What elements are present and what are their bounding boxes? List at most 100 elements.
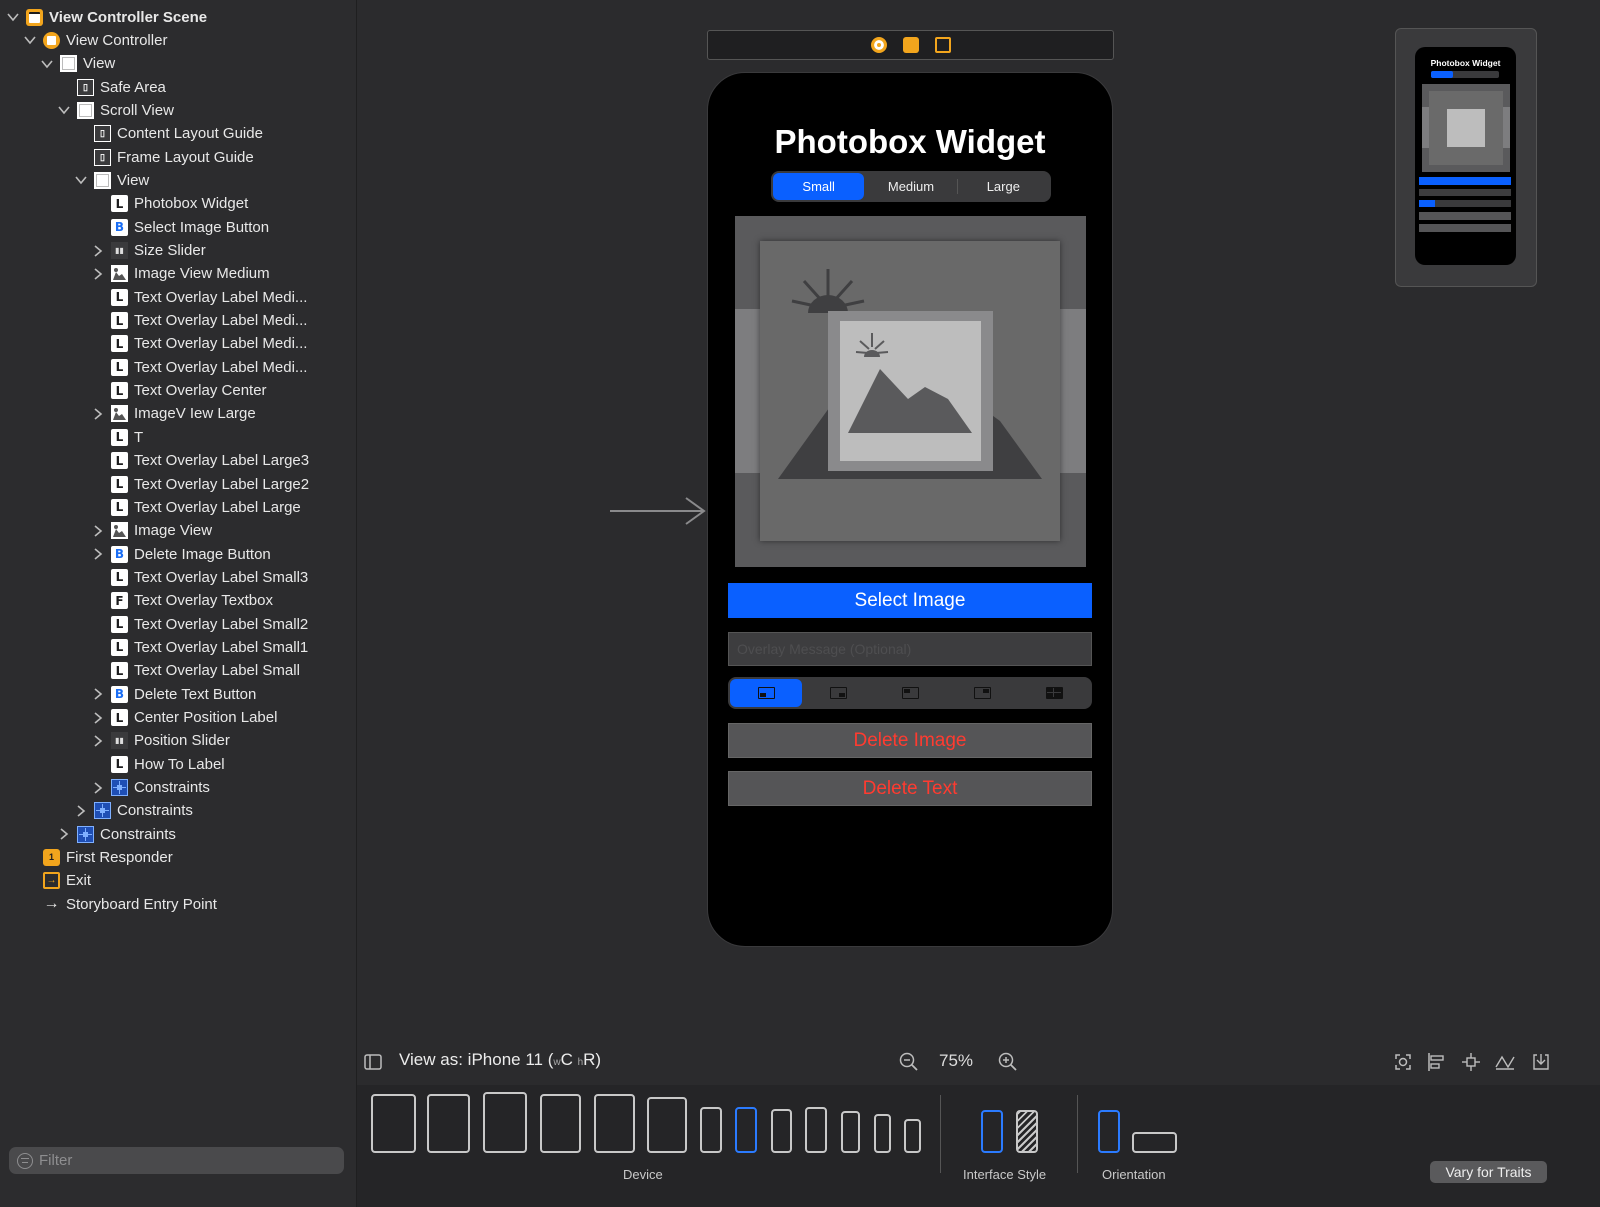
device-ipad-5[interactable] bbox=[594, 1094, 635, 1153]
position-bottom-right[interactable] bbox=[802, 679, 874, 707]
size-segmented-control[interactable]: Small Medium Large bbox=[771, 171, 1051, 202]
view-controller-icon[interactable] bbox=[870, 37, 887, 53]
chevron-down-icon[interactable] bbox=[74, 173, 88, 187]
outline-item[interactable]: Image View bbox=[91, 520, 212, 542]
orientation-landscape[interactable] bbox=[1132, 1132, 1177, 1153]
outline-item[interactable]: Constraints bbox=[91, 777, 210, 799]
outline-item[interactable]: L How To Label bbox=[91, 753, 225, 775]
first-responder-icon[interactable] bbox=[902, 37, 919, 53]
select-image-button[interactable]: Select Image bbox=[728, 583, 1092, 618]
outline-item[interactable]: ▯ Content Layout Guide bbox=[74, 123, 263, 145]
device-iphone-4[interactable] bbox=[805, 1107, 827, 1153]
image-view-large[interactable] bbox=[735, 216, 1086, 567]
chevron-right-icon[interactable] bbox=[91, 734, 105, 748]
outline-item[interactable]: → Exit bbox=[23, 870, 91, 892]
device-ipad-6[interactable] bbox=[647, 1097, 687, 1153]
vary-for-traits-button[interactable]: Vary for Traits bbox=[1430, 1161, 1547, 1183]
segment-medium[interactable]: Medium bbox=[865, 173, 956, 200]
device-iphone-5[interactable] bbox=[841, 1111, 860, 1153]
embed-in-icon[interactable] bbox=[1531, 1052, 1551, 1072]
chevron-right-icon[interactable] bbox=[91, 244, 105, 258]
outline-item[interactable]: L Text Overlay Label Medi... bbox=[91, 333, 307, 355]
chevron-right-icon[interactable] bbox=[91, 547, 105, 561]
chevron-right-icon[interactable] bbox=[91, 711, 105, 725]
device-iphone-1[interactable] bbox=[700, 1107, 722, 1153]
outline-item[interactable]: L Text Overlay Label Medi... bbox=[91, 310, 307, 332]
align-icon[interactable] bbox=[1427, 1052, 1447, 1072]
segment-large[interactable]: Large bbox=[958, 173, 1049, 200]
interface-style-light[interactable] bbox=[981, 1110, 1003, 1153]
outline-item[interactable]: View bbox=[74, 169, 149, 191]
chevron-down-icon[interactable] bbox=[6, 10, 20, 24]
scene-dock[interactable] bbox=[707, 30, 1114, 60]
outline-item[interactable]: View bbox=[40, 53, 115, 75]
chevron-down-icon[interactable] bbox=[23, 33, 37, 47]
zoom-level[interactable]: 75% bbox=[939, 1051, 973, 1071]
interface-style-dark[interactable] bbox=[1016, 1110, 1038, 1153]
outline-item[interactable]: L Text Overlay Label Small2 bbox=[91, 613, 308, 635]
exit-icon[interactable] bbox=[934, 37, 951, 53]
outline-item[interactable]: ▮▮ Position Slider bbox=[91, 730, 230, 752]
device-iphone-11[interactable] bbox=[735, 1107, 757, 1153]
outline-item[interactable]: B Delete Image Button bbox=[91, 543, 271, 565]
outline-item[interactable]: LT bbox=[91, 426, 143, 448]
orientation-portrait[interactable] bbox=[1098, 1110, 1120, 1153]
outline-item[interactable]: L Text Overlay Label Small bbox=[91, 660, 300, 682]
chevron-right-icon[interactable] bbox=[91, 407, 105, 421]
chevron-right-icon[interactable] bbox=[91, 687, 105, 701]
delete-image-button[interactable]: Delete Image bbox=[728, 723, 1092, 758]
outline-item[interactable]: L Text Overlay Label Large2 bbox=[91, 473, 309, 495]
outline-item[interactable]: View Controller bbox=[23, 29, 167, 51]
update-frames-icon[interactable] bbox=[1393, 1052, 1413, 1072]
chevron-right-icon[interactable] bbox=[74, 804, 88, 818]
outline-item[interactable]: Constraints bbox=[74, 800, 193, 822]
segment-small[interactable]: Small bbox=[773, 173, 865, 200]
filter-field[interactable] bbox=[9, 1147, 344, 1174]
position-bottom-left[interactable] bbox=[730, 679, 802, 707]
outline-item[interactable]: L Text Overlay Label Large bbox=[91, 496, 301, 518]
resolve-issues-icon[interactable] bbox=[1495, 1052, 1515, 1072]
outline-item[interactable]: ▯ Safe Area bbox=[57, 76, 166, 98]
overlay-message-field[interactable] bbox=[728, 632, 1092, 666]
chevron-down-icon[interactable] bbox=[57, 103, 71, 117]
device-ipad-1[interactable] bbox=[371, 1094, 416, 1153]
outline-item[interactable]: Scroll View bbox=[57, 99, 174, 121]
position-top-right[interactable] bbox=[946, 679, 1018, 707]
zoom-out-icon[interactable] bbox=[899, 1052, 919, 1072]
chevron-right-icon[interactable] bbox=[57, 827, 71, 841]
outline-item[interactable]: ImageV Iew Large bbox=[91, 403, 256, 425]
outline-item[interactable]: Image View Medium bbox=[91, 263, 270, 285]
entry-point-arrow-icon[interactable] bbox=[608, 496, 708, 526]
outline-item[interactable]: B Select Image Button bbox=[91, 216, 269, 238]
chevron-right-icon[interactable] bbox=[91, 781, 105, 795]
chevron-right-icon[interactable] bbox=[91, 524, 105, 538]
outline-item[interactable]: ▯ Frame Layout Guide bbox=[74, 146, 254, 168]
device-ipad-4[interactable] bbox=[540, 1094, 581, 1153]
delete-text-button[interactable]: Delete Text bbox=[728, 771, 1092, 806]
outline-item[interactable]: L Text Overlay Label Small3 bbox=[91, 566, 308, 588]
minimap[interactable]: Photobox Widget bbox=[1395, 28, 1537, 287]
outline-item[interactable]: L Center Position Label bbox=[91, 707, 277, 729]
outline-item[interactable]: F Text Overlay Textbox bbox=[91, 590, 273, 612]
outline-item[interactable]: 1 First Responder bbox=[23, 847, 173, 869]
outline-item[interactable]: View Controller Scene bbox=[6, 6, 207, 28]
toggle-outline-icon[interactable] bbox=[364, 1054, 382, 1070]
outline-item[interactable]: L Text Overlay Center bbox=[91, 380, 267, 402]
device-iphone-3[interactable] bbox=[771, 1109, 792, 1153]
outline-item[interactable]: L Text Overlay Label Large3 bbox=[91, 450, 309, 472]
outline-item[interactable]: ▮▮ Size Slider bbox=[91, 240, 206, 262]
device-ipad-2[interactable] bbox=[427, 1094, 470, 1153]
outline-item[interactable]: L Text Overlay Label Small1 bbox=[91, 636, 308, 658]
outline-item[interactable]: Constraints bbox=[57, 823, 176, 845]
chevron-down-icon[interactable] bbox=[40, 57, 54, 71]
outline-item[interactable]: → Storyboard Entry Point bbox=[23, 893, 217, 915]
image-view-medium[interactable] bbox=[760, 241, 1060, 541]
device-iphone-7[interactable] bbox=[904, 1119, 921, 1153]
app-title[interactable]: Photobox Widget bbox=[708, 123, 1112, 161]
iphone-canvas[interactable]: Photobox Widget Small Medium Large Selec… bbox=[707, 72, 1113, 947]
outline-item[interactable]: L Text Overlay Label Medi... bbox=[91, 356, 307, 378]
position-grid[interactable] bbox=[1018, 679, 1090, 707]
add-constraints-icon[interactable] bbox=[1461, 1052, 1481, 1072]
device-iphone-6[interactable] bbox=[874, 1114, 891, 1153]
outline-item[interactable]: L Text Overlay Label Medi... bbox=[91, 286, 307, 308]
